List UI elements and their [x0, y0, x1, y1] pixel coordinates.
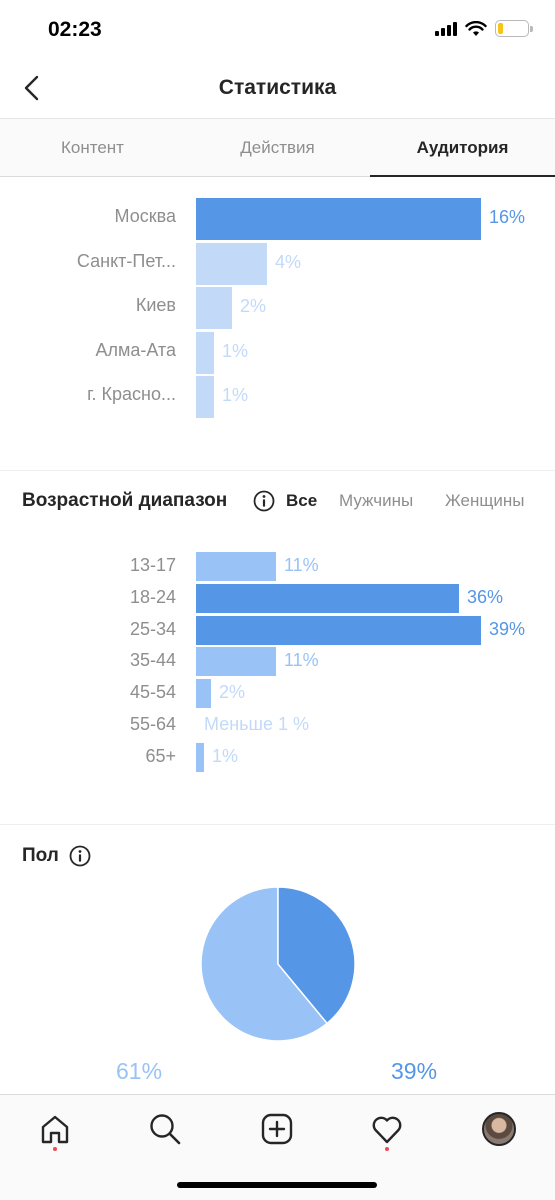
city-bar	[196, 198, 481, 240]
age-row: 55-64 Меньше 1 %	[0, 711, 555, 740]
tab-bar: Контент Действия Аудитория	[0, 118, 555, 177]
city-row: Киев 2%	[0, 287, 555, 329]
city-row: Алма-Ата 1%	[0, 331, 555, 374]
city-label: Киев	[135, 295, 176, 315]
notification-dot	[53, 1147, 57, 1151]
age-row: 13-17 11%	[0, 552, 555, 581]
age-range-title: Возрастной диапазон	[22, 490, 228, 511]
city-row: г. Красно... 1%	[0, 376, 555, 418]
age-label: 18-24	[129, 586, 176, 607]
info-icon[interactable]	[253, 490, 275, 512]
filter-all[interactable]: Все	[286, 491, 317, 511]
home-icon	[41, 1115, 69, 1144]
city-value: 16%	[489, 207, 526, 227]
age-value: 2%	[219, 682, 246, 703]
nav-search[interactable]	[143, 1107, 187, 1151]
wifi-icon	[465, 20, 487, 36]
nav-activity[interactable]	[365, 1107, 409, 1151]
age-label: 45-54	[129, 682, 176, 703]
age-bar	[196, 552, 276, 581]
age-label: 35-44	[129, 650, 176, 671]
section-divider	[0, 824, 555, 825]
age-value: 11%	[284, 555, 319, 575]
status-icons	[435, 20, 533, 37]
city-bar	[196, 331, 214, 374]
tab-content[interactable]: Контент	[0, 119, 185, 176]
age-bar	[196, 679, 211, 709]
nav-add[interactable]	[255, 1107, 299, 1151]
age-label: 13-17	[129, 555, 176, 575]
heart-icon	[372, 1116, 402, 1144]
city-bar	[196, 287, 232, 329]
nav-header: Статистика	[0, 60, 555, 118]
add-post-icon	[261, 1113, 293, 1145]
signal-icon	[435, 21, 457, 36]
gender-value-female: 61%	[116, 1058, 163, 1084]
search-icon	[150, 1114, 181, 1145]
age-label: 25-34	[129, 618, 176, 639]
status-bar: 02:23	[0, 0, 555, 60]
city-bar	[196, 376, 214, 418]
status-time: 02:23	[48, 18, 102, 41]
gender-pie-chart	[200, 886, 356, 1042]
age-bar	[196, 615, 481, 645]
city-value: 4%	[275, 251, 302, 272]
city-label: г. Красно...	[87, 384, 176, 404]
gender-pie-svg	[200, 886, 356, 1042]
city-row: Москва 16%	[0, 198, 555, 240]
gender-title: Пол	[22, 845, 59, 866]
city-value: 1%	[222, 340, 249, 361]
city-row: Санкт-Пет... 4%	[0, 242, 555, 285]
city-label: Москва	[114, 206, 176, 226]
age-value: 36%	[467, 586, 504, 607]
age-value: 11%	[284, 650, 319, 671]
tab-audience[interactable]: Аудитория	[370, 119, 555, 177]
city-value: 1%	[222, 385, 249, 405]
home-indicator	[177, 1182, 377, 1188]
age-value: 1%	[212, 745, 239, 766]
info-icon[interactable]	[69, 845, 91, 867]
age-bar	[196, 647, 276, 677]
gender-value-male: 39%	[391, 1058, 438, 1084]
age-row: 35-44 11%	[0, 647, 555, 677]
city-label: Санкт-Пет...	[76, 250, 176, 271]
age-bar	[196, 583, 459, 613]
battery-icon	[495, 20, 533, 37]
age-label: 65+	[145, 745, 176, 766]
city-value: 2%	[240, 296, 267, 316]
nav-profile[interactable]	[477, 1107, 521, 1151]
filter-men[interactable]: Мужчины	[339, 491, 413, 511]
city-bar	[196, 242, 267, 285]
section-divider	[0, 470, 555, 471]
age-bar	[196, 742, 204, 772]
age-value: Меньше 1 %	[204, 714, 309, 734]
page-title: Статистика	[218, 76, 337, 99]
city-label: Алма-Ата	[95, 339, 176, 360]
age-row: 45-54 2%	[0, 679, 555, 709]
nav-home[interactable]	[33, 1107, 77, 1151]
profile-avatar	[482, 1112, 516, 1146]
tab-activity[interactable]: Действия	[185, 119, 370, 176]
age-row: 18-24 36%	[0, 583, 555, 613]
age-row: 65+ 1%	[0, 742, 555, 772]
age-row: 25-34 39%	[0, 615, 555, 645]
age-value: 39%	[489, 618, 526, 639]
notification-dot	[385, 1147, 389, 1151]
filter-women[interactable]: Женщины	[445, 491, 524, 511]
age-label: 55-64	[129, 714, 176, 734]
